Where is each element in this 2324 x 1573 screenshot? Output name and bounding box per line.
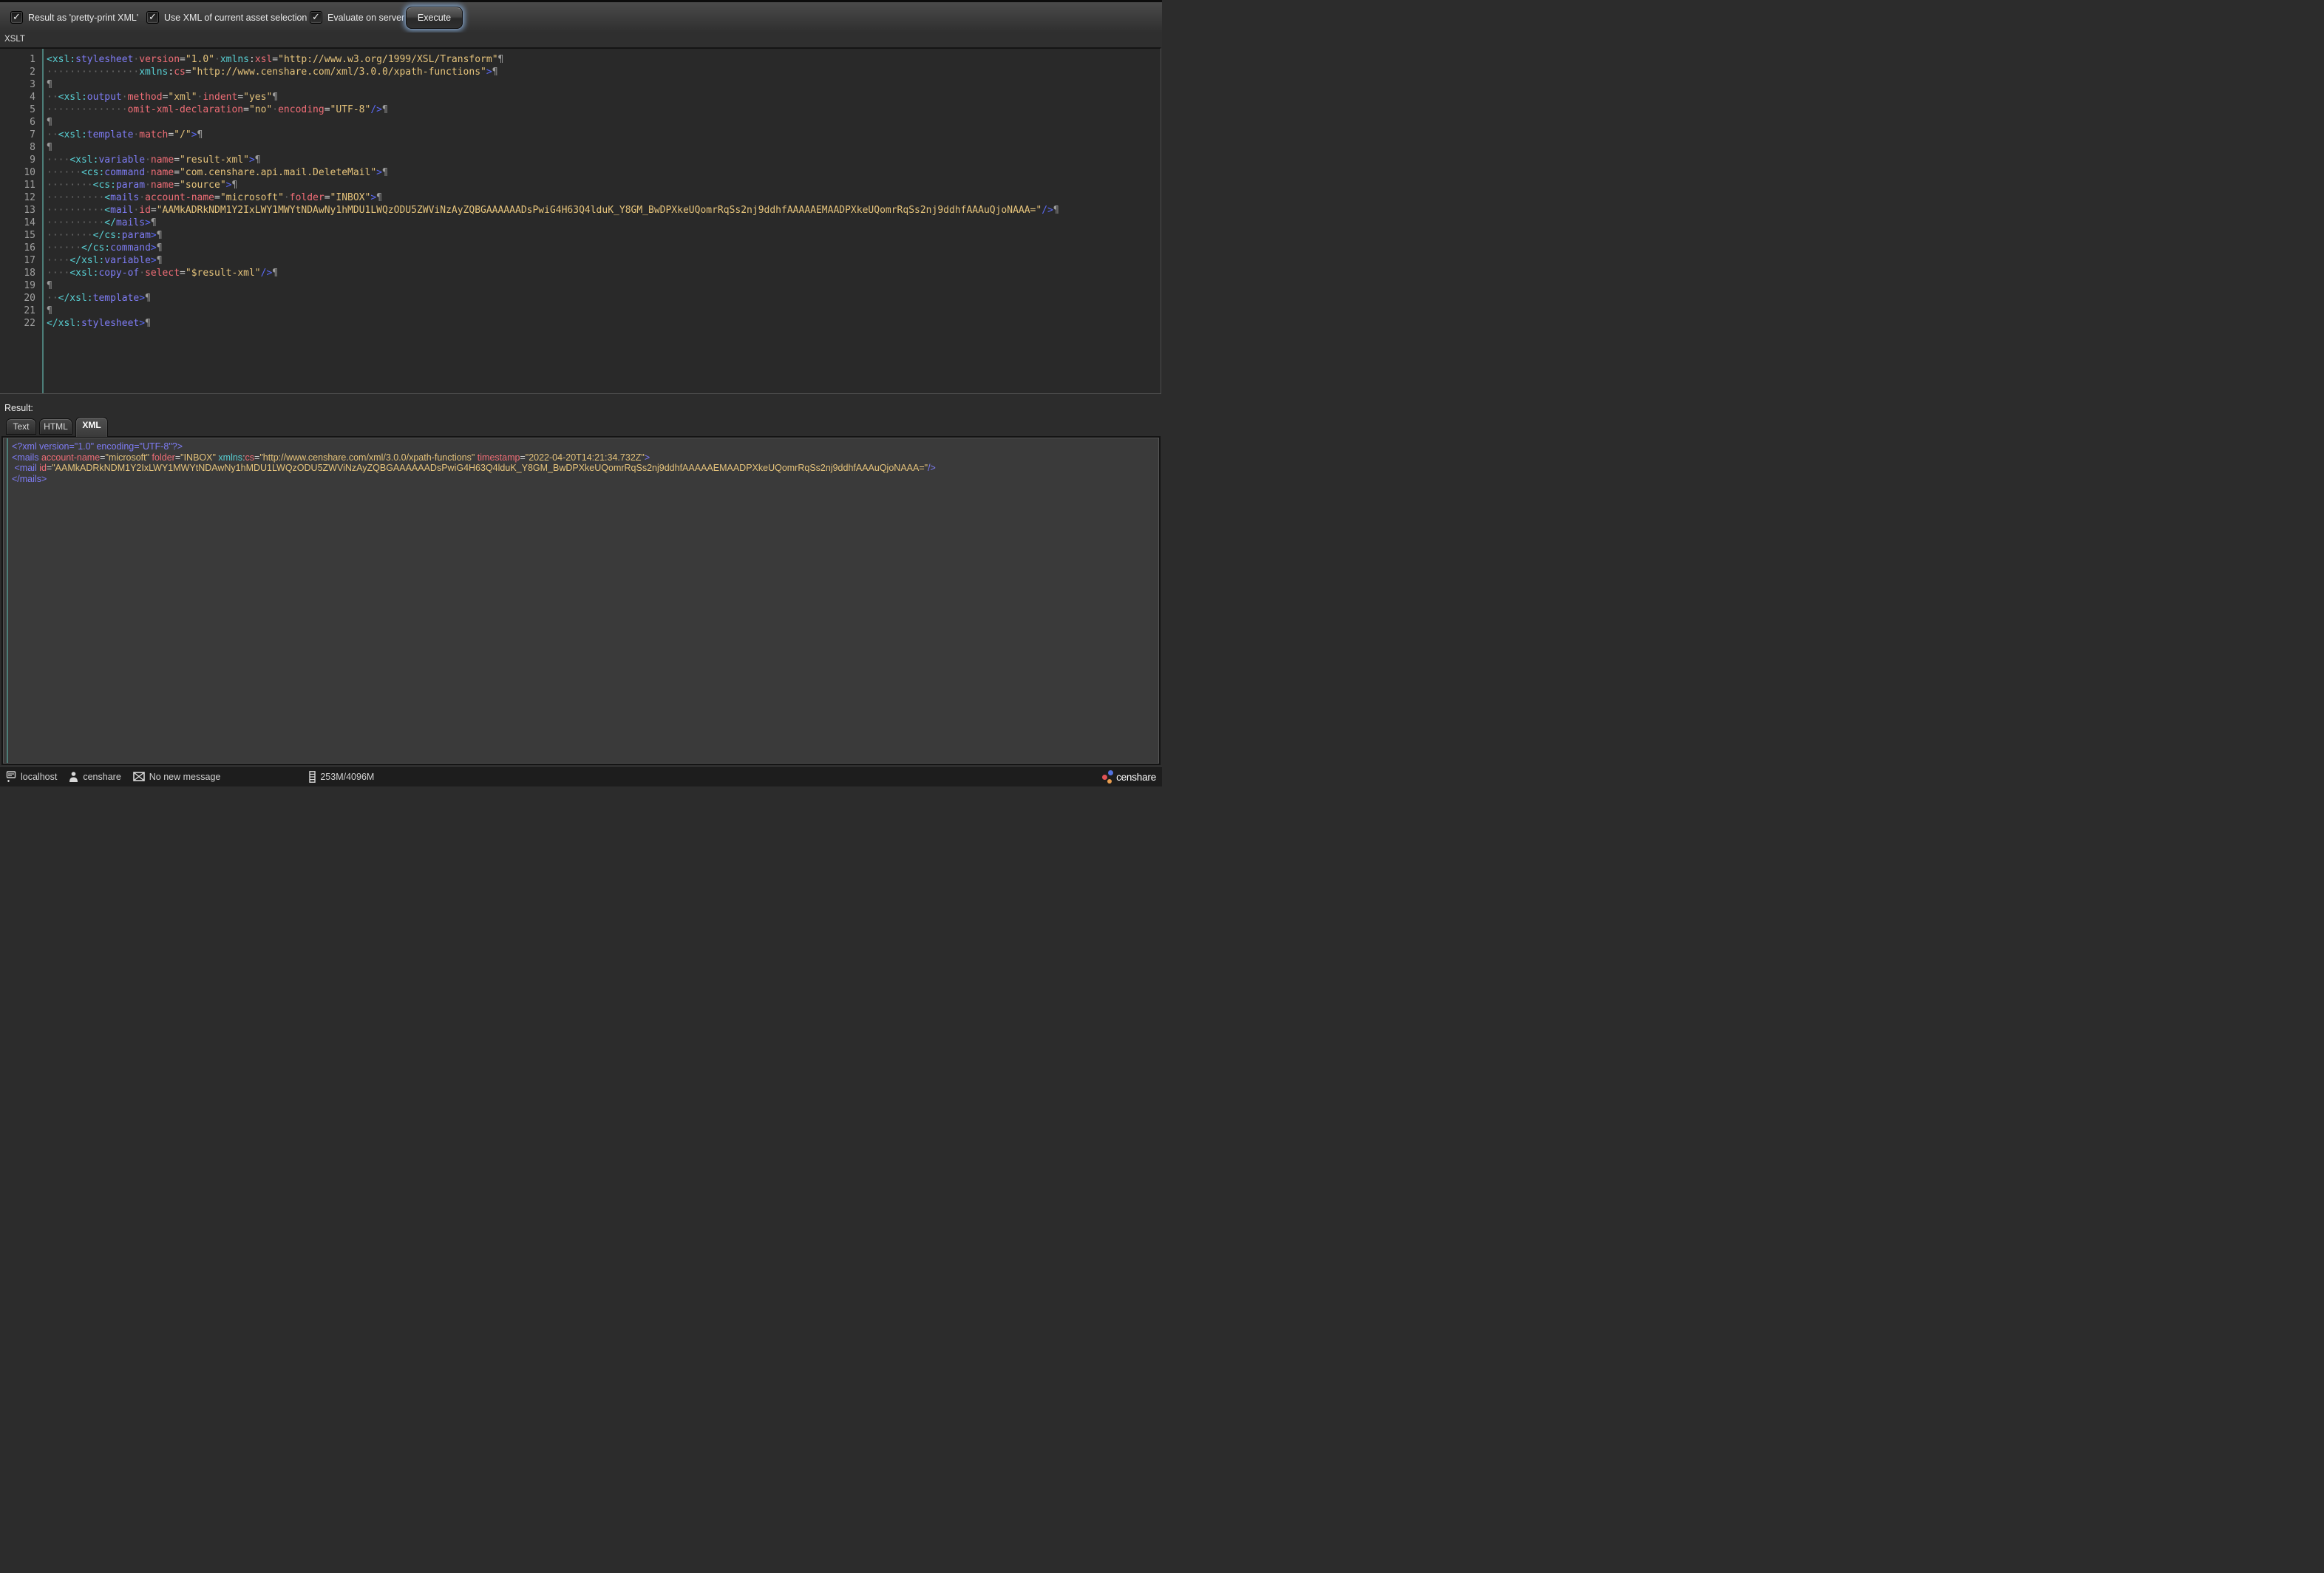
code-line-6: 6¶ [0, 116, 1161, 129]
code-line-21: 21¶ [0, 305, 1161, 317]
result-xml-lines: <?xml version="1.0" encoding="UTF-8"?><m… [12, 441, 1156, 484]
result-line-3: <mail id="AAMkADRkNDM1Y2IxLWY1MWYtNDAwNy… [12, 463, 1156, 474]
checkbox-pretty-print-label: Result as 'pretty-print XML' [28, 13, 138, 23]
code-line-12: 12··········<mails·account-name="microso… [0, 191, 1161, 204]
code-line-8: 8¶ [0, 141, 1161, 154]
status-user: censhare [69, 771, 120, 782]
checkbox-use-xml-selection-label: Use XML of current asset selection [164, 13, 307, 23]
code-line-18: 18····<xsl:copy-of·select="$result-xml"/… [0, 267, 1161, 279]
status-host-label: localhost [21, 772, 57, 782]
result-section-label: Result: [4, 403, 33, 413]
user-icon [69, 771, 78, 782]
censhare-logo-icon [1102, 770, 1115, 784]
code-line-17: 17····</xsl:variable>¶ [0, 254, 1161, 267]
code-line-7: 7··<xsl:template·match="/">¶ [0, 129, 1161, 141]
checkbox-use-xml-selection[interactable]: ✓ Use XML of current asset selection [146, 2, 307, 33]
checkbox-checked-icon: ✓ [149, 12, 157, 21]
status-memory-label: 253M/4096M [320, 772, 374, 782]
code-line-10: 10······<cs:command·name="com.censhare.a… [0, 166, 1161, 179]
checkbox-checked-icon: ✓ [13, 12, 21, 21]
checkbox-evaluate-on-server[interactable]: ✓ Evaluate on server [310, 2, 404, 33]
code-line-16: 16······</cs:command>¶ [0, 242, 1161, 254]
code-line-3: 3¶ [0, 78, 1161, 91]
status-bar: localhost censhare No new message 253M/4… [0, 766, 1162, 786]
code-line-2: 2················xmlns:cs="http://www.ce… [0, 66, 1161, 78]
censhare-xslt-console: { "toolbar": { "checkboxes": [ {"label":… [0, 0, 1162, 786]
tab-xml[interactable]: XML [75, 417, 108, 437]
xslt-section-label: XSLT [4, 35, 25, 44]
status-message-label: No new message [149, 772, 221, 782]
execute-button[interactable]: Execute [406, 7, 463, 29]
tab-text[interactable]: Text [6, 418, 36, 435]
checkbox-use-xml-selection-box[interactable]: ✓ [146, 11, 159, 24]
code-line-5: 5··············omit-xml-declaration="no"… [0, 103, 1161, 116]
result-xml-panel[interactable]: <?xml version="1.0" encoding="UTF-8"?><m… [1, 436, 1161, 765]
code-line-19: 19¶ [0, 279, 1161, 292]
censhare-brand-text: censhare [1116, 772, 1156, 783]
status-user-label: censhare [83, 772, 120, 782]
code-line-1: 1<xsl:stylesheet·version="1.0"·xmlns:xsl… [0, 53, 1161, 66]
status-message: No new message [133, 772, 221, 782]
status-host: localhost [6, 771, 57, 782]
status-memory: 253M/4096M [309, 771, 374, 783]
xslt-code-lines: 1<xsl:stylesheet·version="1.0"·xmlns:xsl… [0, 53, 1161, 330]
tab-html[interactable]: HTML [39, 418, 72, 435]
censhare-brand: censhare [1102, 767, 1156, 787]
result-line-2: <mails account-name="microsoft" folder="… [12, 452, 1156, 463]
code-line-11: 11········<cs:param·name="source">¶ [0, 179, 1161, 191]
server-icon [6, 771, 16, 782]
checkbox-checked-icon: ✓ [312, 12, 320, 21]
result-line-4: </mails> [12, 474, 1156, 485]
xslt-code-editor[interactable]: 1<xsl:stylesheet·version="1.0"·xmlns:xsl… [0, 47, 1161, 394]
code-line-14: 14··········</mails>¶ [0, 217, 1161, 229]
envelope-icon [133, 772, 145, 781]
checkbox-pretty-print-box[interactable]: ✓ [10, 11, 23, 24]
code-line-9: 9····<xsl:variable·name="result-xml">¶ [0, 154, 1161, 166]
result-line-1: <?xml version="1.0" encoding="UTF-8"?> [12, 441, 1156, 452]
code-line-4: 4··<xsl:output·method="xml"·indent="yes"… [0, 91, 1161, 103]
checkbox-evaluate-on-server-label: Evaluate on server [327, 13, 404, 23]
xslt-section-header: XSLT [0, 33, 1162, 47]
code-line-15: 15········</cs:param>¶ [0, 229, 1161, 242]
toolbar: ✓ Result as 'pretty-print XML' ✓ Use XML… [0, 2, 1162, 33]
code-line-22: 22</xsl:stylesheet>¶ [0, 317, 1161, 330]
checkbox-pretty-print[interactable]: ✓ Result as 'pretty-print XML' [10, 2, 138, 33]
code-line-20: 20··</xsl:template>¶ [0, 292, 1161, 305]
checkbox-evaluate-on-server-box[interactable]: ✓ [310, 11, 322, 24]
result-margin-line [7, 438, 8, 763]
result-tabs: Text HTML XML [0, 416, 1162, 436]
memory-icon [309, 771, 316, 783]
code-line-13: 13··········<mail·id="AAMkADRkNDM1Y2IxLW… [0, 204, 1161, 217]
